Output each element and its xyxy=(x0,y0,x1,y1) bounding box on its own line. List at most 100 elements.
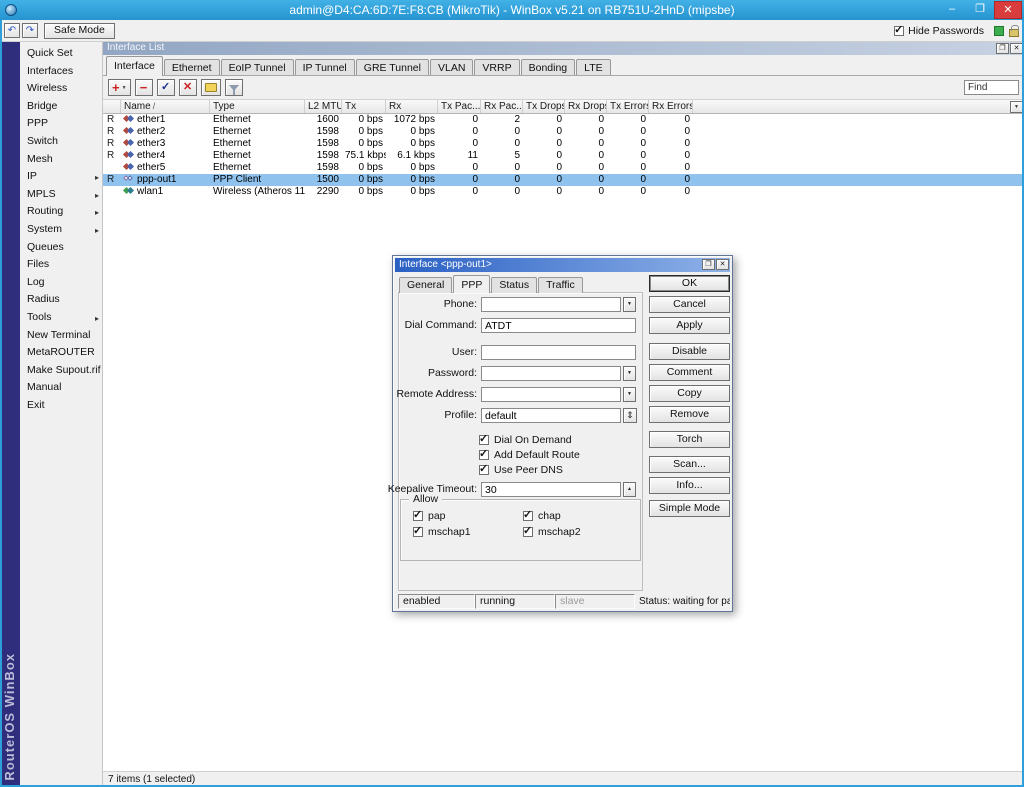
remove-button[interactable]: Remove xyxy=(649,406,730,423)
safe-mode-button[interactable]: Safe Mode xyxy=(44,23,115,39)
comment-button[interactable]: Comment xyxy=(649,364,730,381)
dialog-tab-status[interactable]: Status xyxy=(491,277,537,293)
sidebar-item-radius[interactable]: Radius xyxy=(20,291,102,309)
table-row[interactable]: wlan1 Wireless (Atheros 11N) 2290 0 bps … xyxy=(103,186,1024,198)
tab-ip-tunnel[interactable]: IP Tunnel xyxy=(295,59,355,76)
dial-on-demand-checkbox[interactable]: ✓ xyxy=(479,435,489,445)
scan-button[interactable]: Scan... xyxy=(649,456,730,473)
dialog-tab-traffic[interactable]: Traffic xyxy=(538,277,583,293)
allow-mschap2-option[interactable]: ✓ mschap2 xyxy=(523,526,581,538)
column-tx-errors[interactable]: Tx Errors xyxy=(607,100,649,113)
comment-button[interactable] xyxy=(201,79,221,96)
tab-interface[interactable]: Interface xyxy=(106,56,163,76)
profile-combo-icon[interactable]: ⇕ xyxy=(623,408,637,423)
sidebar-item-new-terminal[interactable]: New Terminal xyxy=(20,327,102,345)
tab-vrrp[interactable]: VRRP xyxy=(474,59,519,76)
phone-input[interactable] xyxy=(481,297,621,312)
column-name[interactable]: Name/ xyxy=(121,100,210,113)
password-dropdown-icon[interactable]: ▼ xyxy=(623,366,636,381)
allow-pap-option[interactable]: ✓ pap xyxy=(413,510,446,522)
allow-mschap1-checkbox[interactable]: ✓ xyxy=(413,527,423,537)
table-row[interactable]: R ether2 Ethernet 1598 0 bps 0 bps 0 0 0… xyxy=(103,126,1024,138)
redo-button[interactable]: ↷ xyxy=(22,23,38,38)
tab-eoip-tunnel[interactable]: EoIP Tunnel xyxy=(221,59,294,76)
simple-mode-button[interactable]: Simple Mode xyxy=(649,500,730,517)
sidebar-item-log[interactable]: Log xyxy=(20,274,102,292)
profile-input[interactable] xyxy=(481,408,621,423)
remote-address-dropdown-icon[interactable]: ▼ xyxy=(623,387,636,402)
apply-button[interactable]: Apply xyxy=(649,317,730,334)
maximize-button[interactable]: ❐ xyxy=(966,1,994,19)
remote-address-input[interactable] xyxy=(481,387,621,402)
undo-button[interactable]: ↶ xyxy=(4,23,20,38)
sidebar-item-routing[interactable]: Routing▸ xyxy=(20,203,102,221)
add-default-route-option[interactable]: ✓ Add Default Route xyxy=(479,449,580,461)
column-rx-errors[interactable]: Rx Errors xyxy=(649,100,693,113)
sidebar-item-tools[interactable]: Tools▸ xyxy=(20,309,102,327)
keepalive-timeout-input[interactable] xyxy=(481,482,621,497)
hide-passwords-checkbox[interactable]: ✓ xyxy=(894,26,904,36)
column-rx-drops[interactable]: Rx Drops xyxy=(565,100,607,113)
phone-dropdown-icon[interactable]: ▼ xyxy=(623,297,636,312)
remove-interface-button[interactable]: − xyxy=(135,79,153,96)
user-input[interactable] xyxy=(481,345,636,360)
cancel-button[interactable]: Cancel xyxy=(649,296,730,313)
filter-button[interactable] xyxy=(225,79,243,96)
tab-gre-tunnel[interactable]: GRE Tunnel xyxy=(356,59,429,76)
use-peer-dns-checkbox[interactable]: ✓ xyxy=(479,465,489,475)
column-tx-drops[interactable]: Tx Drops xyxy=(523,100,565,113)
tab-ethernet[interactable]: Ethernet xyxy=(164,59,220,76)
sidebar-item-mpls[interactable]: MPLS▸ xyxy=(20,186,102,204)
sidebar-item-make-supout[interactable]: Make Supout.rif xyxy=(20,362,102,380)
sidebar-item-system[interactable]: System▸ xyxy=(20,221,102,239)
dialog-titlebar[interactable]: Interface <ppp-out1> ❐ ✕ xyxy=(395,258,730,272)
sidebar-item-metarouter[interactable]: MetaROUTER xyxy=(20,344,102,362)
column-rx[interactable]: Rx xyxy=(386,100,438,113)
close-button[interactable]: ✕ xyxy=(994,1,1022,19)
dialog-tab-general[interactable]: General xyxy=(399,277,452,293)
sidebar-item-ppp[interactable]: PPP xyxy=(20,115,102,133)
allow-chap-checkbox[interactable]: ✓ xyxy=(523,511,533,521)
password-input[interactable] xyxy=(481,366,621,381)
disable-button[interactable]: ✕ xyxy=(179,79,197,96)
sidebar-item-files[interactable]: Files xyxy=(20,256,102,274)
use-peer-dns-option[interactable]: ✓ Use Peer DNS xyxy=(479,464,563,476)
disable-interface-button[interactable]: Disable xyxy=(649,343,730,360)
table-row[interactable]: R ether1 Ethernet 1600 0 bps 1072 bps 0 … xyxy=(103,114,1024,126)
sidebar-item-switch[interactable]: Switch xyxy=(20,133,102,151)
table-row[interactable]: R ether4 Ethernet 1598 75.1 kbps 6.1 kbp… xyxy=(103,150,1024,162)
add-interface-button[interactable]: + ▼ xyxy=(108,79,131,96)
column-l2mtu[interactable]: L2 MTU xyxy=(305,100,342,113)
sidebar-item-mesh[interactable]: Mesh xyxy=(20,151,102,169)
tab-bonding[interactable]: Bonding xyxy=(521,59,576,76)
dialog-tab-ppp[interactable]: PPP xyxy=(453,275,490,293)
table-row[interactable]: ether5 Ethernet 1598 0 bps 0 bps 0 0 0 0… xyxy=(103,162,1024,174)
dialog-maximize-button[interactable]: ❐ xyxy=(702,259,715,270)
restore-window-button[interactable]: ❐ xyxy=(996,43,1009,54)
find-input[interactable] xyxy=(964,80,1019,95)
sidebar-item-interfaces[interactable]: Interfaces xyxy=(20,63,102,81)
dial-command-input[interactable] xyxy=(481,318,636,333)
copy-button[interactable]: Copy xyxy=(649,385,730,402)
allow-pap-checkbox[interactable]: ✓ xyxy=(413,511,423,521)
add-default-route-checkbox[interactable]: ✓ xyxy=(479,450,489,460)
allow-mschap2-checkbox[interactable]: ✓ xyxy=(523,527,533,537)
keepalive-spinner-up-icon[interactable]: ▲ xyxy=(623,482,636,497)
column-rx-packet[interactable]: Rx Pac... xyxy=(481,100,523,113)
sidebar-item-wireless[interactable]: Wireless xyxy=(20,80,102,98)
column-tx[interactable]: Tx xyxy=(342,100,386,113)
ok-button[interactable]: OK xyxy=(649,275,730,292)
allow-mschap1-option[interactable]: ✓ mschap1 xyxy=(413,526,471,538)
sidebar-item-manual[interactable]: Manual xyxy=(20,379,102,397)
tab-lte[interactable]: LTE xyxy=(576,59,610,76)
column-flag[interactable] xyxy=(103,100,121,113)
torch-button[interactable]: Torch xyxy=(649,431,730,448)
minimize-button[interactable]: – xyxy=(938,1,966,19)
sidebar-item-bridge[interactable]: Bridge xyxy=(20,98,102,116)
table-row[interactable]: R ether3 Ethernet 1598 0 bps 0 bps 0 0 0… xyxy=(103,138,1024,150)
column-type[interactable]: Type xyxy=(210,100,305,113)
tab-vlan[interactable]: VLAN xyxy=(430,59,473,76)
sidebar-item-queues[interactable]: Queues xyxy=(20,239,102,257)
hide-passwords-option[interactable]: ✓ Hide Passwords xyxy=(894,25,984,37)
sidebar-item-ip[interactable]: IP▸ xyxy=(20,168,102,186)
